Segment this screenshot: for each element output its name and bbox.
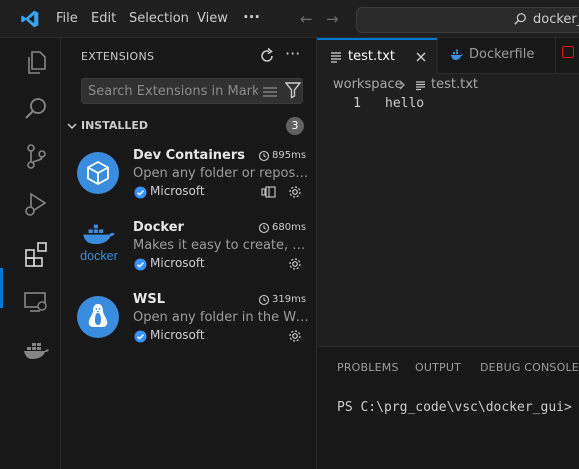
menu-more-button[interactable]: ··· — [243, 8, 260, 26]
editor-area: test.txt Dockerfile workspace test.txt 1… — [317, 38, 579, 469]
svg-text:docker: docker — [80, 249, 118, 263]
refresh-icon[interactable] — [258, 47, 276, 65]
vscode-logo-icon[interactable] — [20, 9, 40, 29]
gear-icon[interactable] — [287, 328, 303, 344]
remote-window-icon — [261, 186, 276, 198]
sidebar-title: EXTENSIONS — [81, 50, 155, 63]
text-file-icon — [331, 52, 341, 63]
verified-badge-icon — [134, 186, 147, 199]
line-number: 1 — [353, 96, 361, 111]
menu-edit[interactable]: Edit — [91, 11, 116, 26]
tab-debug-console[interactable]: DEBUG CONSOLE — [480, 361, 579, 374]
editor-tabs: test.txt Dockerfile — [317, 38, 579, 74]
search-icon — [514, 13, 526, 25]
activation-time: 895ms — [272, 150, 307, 161]
penguin-icon — [77, 296, 119, 338]
terminal-prompt[interactable]: PS C:\prg_code\vsc\docker_gui> — [337, 400, 572, 415]
clear-filter-icon[interactable] — [262, 85, 278, 99]
extension-publisher[interactable]: Microsoft — [150, 256, 205, 270]
tab-output[interactable]: OUTPUT — [415, 361, 461, 374]
extension-item-dev-containers[interactable]: Dev Containers 895ms Open any folder or … — [61, 146, 317, 218]
verified-badge-icon — [134, 258, 147, 271]
remote-explorer-icon[interactable] — [22, 288, 50, 316]
explorer-icon[interactable] — [22, 48, 50, 76]
extension-publisher[interactable]: Microsoft — [150, 328, 205, 342]
tab-test-txt[interactable]: test.txt — [317, 38, 437, 74]
menu-selection[interactable]: Selection — [129, 11, 189, 26]
extension-item-wsl[interactable]: WSL 319ms Open any folder in the Windows… — [61, 290, 317, 362]
more-actions-icon[interactable]: ··· — [285, 44, 300, 63]
breadcrumb-file[interactable]: test.txt — [431, 77, 478, 92]
installed-section-header[interactable]: INSTALLED 3 — [61, 115, 317, 137]
close-icon[interactable] — [415, 51, 427, 63]
extensions-search-box[interactable] — [81, 78, 303, 104]
breadcrumb-folder[interactable]: workspace — [333, 77, 403, 92]
bottom-panel: PROBLEMS OUTPUT DEBUG CONSOLE PS C:\prg_… — [317, 346, 579, 469]
installed-label: INSTALLED — [81, 119, 149, 132]
extension-name: WSL — [133, 292, 165, 307]
arrow-right-icon[interactable]: → — [326, 10, 339, 28]
history-icon — [258, 222, 270, 234]
gear-icon[interactable] — [287, 184, 303, 200]
active-indicator — [0, 268, 3, 308]
menu-file[interactable]: File — [56, 11, 78, 26]
run-debug-icon[interactable] — [22, 190, 50, 218]
text-file-icon — [416, 81, 425, 91]
extensions-sidebar: EXTENSIONS ··· INSTALLED 3 Dev Container… — [61, 38, 317, 469]
history-icon — [258, 294, 270, 306]
code-text[interactable]: hello — [385, 96, 424, 111]
activation-time: 319ms — [272, 294, 307, 305]
extension-item-docker[interactable]: docker Docker 680ms Makes it easy to cre… — [61, 218, 317, 290]
extensions-search-input[interactable] — [88, 82, 258, 100]
command-center-text: docker_gui — [533, 12, 579, 27]
file-icon — [562, 46, 574, 58]
extension-description: Open any folder in the Windows Subsystem… — [133, 310, 309, 325]
activation-time: 680ms — [272, 222, 307, 233]
installed-count-badge: 3 — [286, 117, 304, 135]
title-bar: File Edit Selection View ··· ← → docker_… — [0, 0, 579, 38]
extension-name: Dev Containers — [133, 148, 245, 163]
command-center-search[interactable]: docker_gui — [356, 7, 579, 33]
extensions-icon[interactable] — [22, 240, 50, 268]
tab-dockerfile[interactable]: Dockerfile — [437, 38, 555, 74]
history-icon — [258, 150, 270, 162]
docker-file-icon — [451, 49, 463, 60]
menu-view[interactable]: View — [197, 11, 228, 26]
docker-logo: docker — [80, 224, 118, 263]
tab-label: test.txt — [348, 49, 395, 64]
tab-overflow[interactable] — [555, 38, 579, 74]
filter-icon[interactable] — [285, 81, 301, 99]
extension-name: Docker — [133, 220, 184, 235]
search-icon[interactable] — [22, 95, 50, 123]
extension-description: Open any folder or repository inside a D… — [133, 166, 309, 181]
chevron-down-icon — [67, 123, 77, 130]
extension-publisher[interactable]: Microsoft — [150, 184, 205, 198]
arrow-left-icon[interactable]: ← — [300, 10, 313, 28]
docker-icon[interactable] — [22, 336, 50, 364]
extension-description: Makes it easy to create, manage and debu… — [133, 238, 309, 253]
chevron-right-icon — [399, 80, 405, 90]
code-line[interactable]: 1 hello — [317, 96, 579, 116]
cube-icon — [77, 152, 119, 194]
verified-badge-icon — [134, 330, 147, 343]
activity-bar — [0, 38, 61, 469]
tab-problems[interactable]: PROBLEMS — [337, 361, 399, 374]
gear-icon[interactable] — [287, 256, 303, 272]
source-control-icon[interactable] — [22, 142, 50, 170]
tab-label: Dockerfile — [469, 47, 535, 62]
